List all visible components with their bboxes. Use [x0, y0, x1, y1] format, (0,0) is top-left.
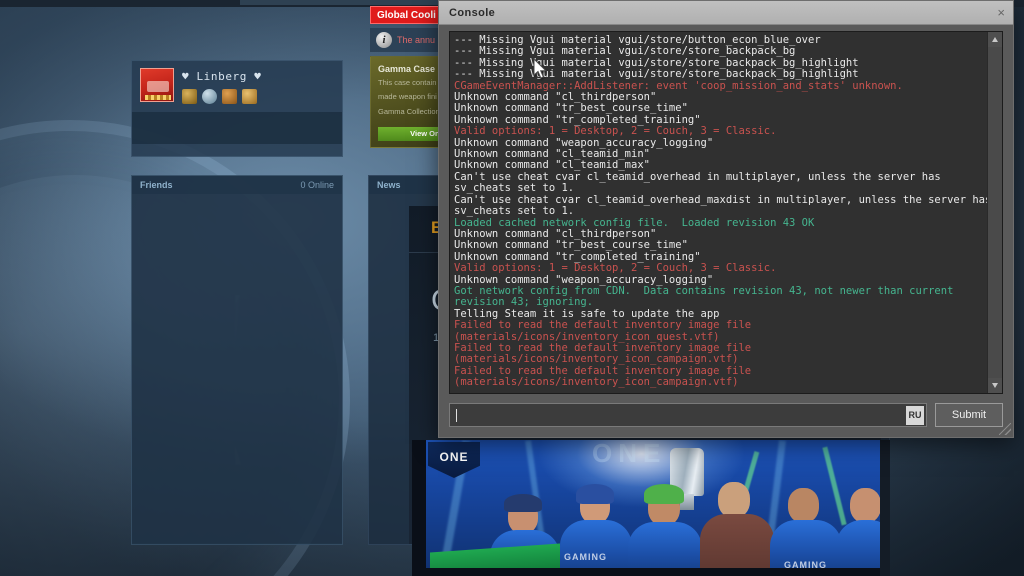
language-indicator[interactable]: RU [906, 406, 924, 425]
profile-row: ♥ Linberg ♥ [132, 61, 342, 111]
console-output-wrapper: --- Missing Vgui material vgui/store/but… [449, 31, 1003, 394]
console-title: Console [449, 6, 496, 19]
badge-gold-icon[interactable] [182, 89, 197, 104]
console-line: (materials/icons/inventory_icon_campaign… [454, 376, 739, 389]
console-line: Valid options: 1 = Desktop, 2 = Couch, 3… [454, 262, 777, 275]
text-caret [456, 408, 457, 422]
console-window[interactable]: Console × --- Missing Vgui material vgui… [438, 0, 1014, 438]
console-output[interactable]: --- Missing Vgui material vgui/store/but… [450, 32, 987, 393]
esports-photo: ONE GAMING GAMING ONE [412, 440, 890, 576]
console-line: sv_cheats set to 1. [454, 205, 575, 218]
console-line: Valid options: 1 = Desktop, 2 = Couch, 3… [454, 125, 777, 138]
steam-profile-panel[interactable]: ♥ Linberg ♥ [131, 60, 343, 157]
friends-header: Friends 0 Online [132, 176, 342, 194]
desktop-top-edge-accent [240, 0, 440, 5]
console-line: Unknown command "tr_best_course_time" [454, 239, 688, 252]
profile-info: ♥ Linberg ♥ [182, 68, 261, 104]
avatar[interactable] [140, 68, 174, 102]
submit-button[interactable]: Submit [935, 403, 1003, 427]
info-icon: i [376, 32, 392, 48]
badge-bronze-icon[interactable] [222, 89, 237, 104]
profile-subpanel [132, 112, 342, 144]
friends-online-count: 0 Online [300, 180, 334, 190]
mouse-cursor [533, 58, 549, 80]
friends-list[interactable] [132, 194, 342, 543]
badge-silver-icon[interactable] [202, 89, 217, 104]
resize-grip[interactable] [999, 423, 1011, 435]
photo-right-letterbox [880, 440, 890, 576]
badge-amber-icon[interactable] [242, 89, 257, 104]
friends-panel: Friends 0 Online [131, 175, 343, 545]
console-input-row: RU Submit [449, 403, 1003, 427]
profile-name: ♥ Linberg ♥ [182, 70, 262, 83]
photo-bottom-letterbox [412, 568, 890, 576]
console-line: Failed to read the default inventory ima… [454, 319, 752, 332]
notice-text: The annu [397, 35, 436, 45]
profile-badges [182, 89, 261, 104]
photo-left-letterbox [412, 440, 426, 576]
console-command-input[interactable]: RU [449, 403, 927, 427]
console-line: sv_cheats set to 1. [454, 182, 575, 195]
close-icon[interactable]: × [997, 6, 1005, 19]
console-scrollbar[interactable] [987, 32, 1002, 393]
friends-title: Friends [140, 180, 173, 190]
scroll-up-icon[interactable] [988, 32, 1002, 47]
scrollbar-track[interactable] [988, 47, 1002, 378]
console-titlebar[interactable]: Console × [439, 1, 1013, 25]
photo-watermark: ONE [592, 440, 667, 468]
news-title: News [377, 180, 401, 190]
jersey-text: GAMING [564, 552, 607, 562]
scroll-down-icon[interactable] [988, 378, 1002, 393]
